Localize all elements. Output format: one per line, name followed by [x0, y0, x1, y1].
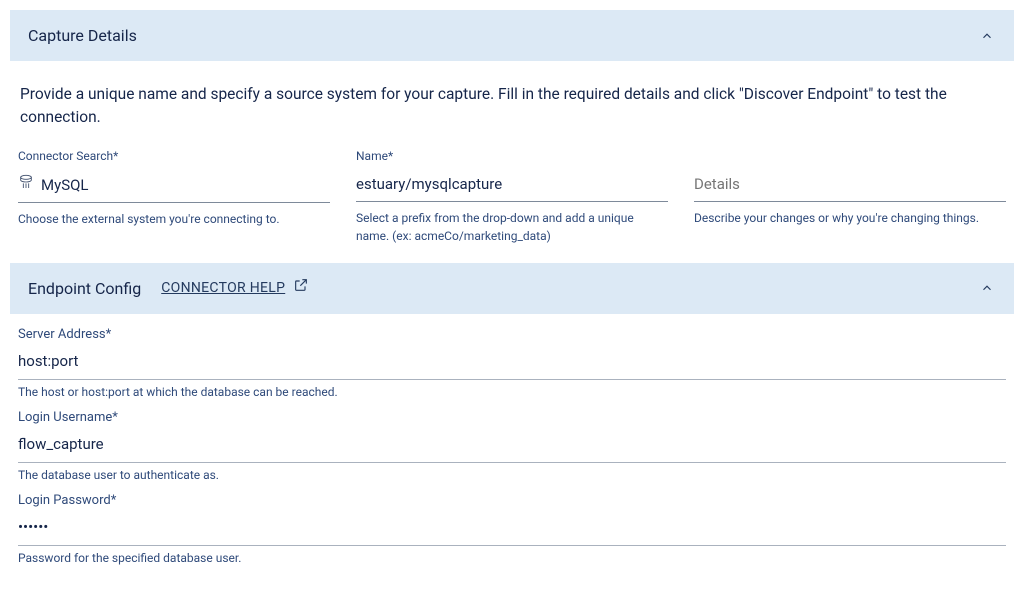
name-field: Name* Select a prefix from the drop-down… — [356, 148, 668, 245]
endpoint-config-title: Endpoint Config — [28, 277, 141, 300]
connector-search-text[interactable] — [41, 175, 330, 197]
capture-details-panel: Capture Details Provide a unique name an… — [10, 10, 1014, 255]
details-helper: Describe your changes or why you're chan… — [694, 209, 1006, 227]
name-label: Name* — [356, 148, 668, 165]
capture-details-header[interactable]: Capture Details — [10, 10, 1014, 61]
connector-help-label: CONNECTOR HELP — [161, 278, 285, 298]
login-username-label: Login Username* — [18, 409, 1006, 428]
login-username-text[interactable] — [18, 434, 1006, 456]
chevron-up-icon[interactable] — [978, 279, 996, 297]
details-label — [694, 148, 1006, 165]
server-address-field: Server Address* The host or host:port at… — [18, 326, 1006, 401]
endpoint-config-header[interactable]: Endpoint Config CONNECTOR HELP — [10, 263, 1014, 314]
capture-details-body: Provide a unique name and specify a sour… — [10, 61, 1014, 255]
connector-search-field: Connector Search* Choose the external sy… — [18, 148, 330, 245]
login-username-input[interactable] — [18, 432, 1006, 463]
name-helper: Select a prefix from the drop-down and a… — [356, 209, 668, 245]
server-address-text[interactable] — [18, 351, 1006, 373]
endpoint-config-panel: Endpoint Config CONNECTOR HELP Server Ad… — [10, 263, 1014, 575]
server-address-label: Server Address* — [18, 326, 1006, 345]
capture-details-intro: Provide a unique name and specify a sour… — [20, 83, 1004, 130]
details-text[interactable] — [694, 174, 1006, 196]
endpoint-config-body: Server Address* The host or host:port at… — [10, 314, 1014, 575]
capture-details-fields: Connector Search* Choose the external sy… — [18, 148, 1006, 245]
connector-search-label: Connector Search* — [18, 148, 330, 165]
details-field: Describe your changes or why you're chan… — [694, 148, 1006, 245]
database-icon — [18, 174, 34, 197]
login-password-field: Login Password* Password for the specifi… — [18, 492, 1006, 567]
details-input[interactable] — [694, 171, 1006, 202]
chevron-up-icon[interactable] — [978, 27, 996, 45]
login-username-field: Login Username* The database user to aut… — [18, 409, 1006, 484]
connector-search-input[interactable] — [18, 171, 330, 203]
server-address-helper: The host or host:port at which the datab… — [18, 384, 1006, 401]
name-text[interactable] — [356, 174, 668, 196]
server-address-input[interactable] — [18, 349, 1006, 380]
connector-search-helper: Choose the external system you're connec… — [18, 210, 330, 228]
login-password-label: Login Password* — [18, 492, 1006, 511]
login-password-input[interactable] — [18, 515, 1006, 546]
login-username-helper: The database user to authenticate as. — [18, 467, 1006, 484]
connector-help-link[interactable]: CONNECTOR HELP — [161, 277, 309, 299]
login-password-helper: Password for the specified database user… — [18, 550, 1006, 567]
capture-details-title: Capture Details — [28, 24, 137, 47]
name-input[interactable] — [356, 171, 668, 202]
external-link-icon — [293, 277, 309, 299]
